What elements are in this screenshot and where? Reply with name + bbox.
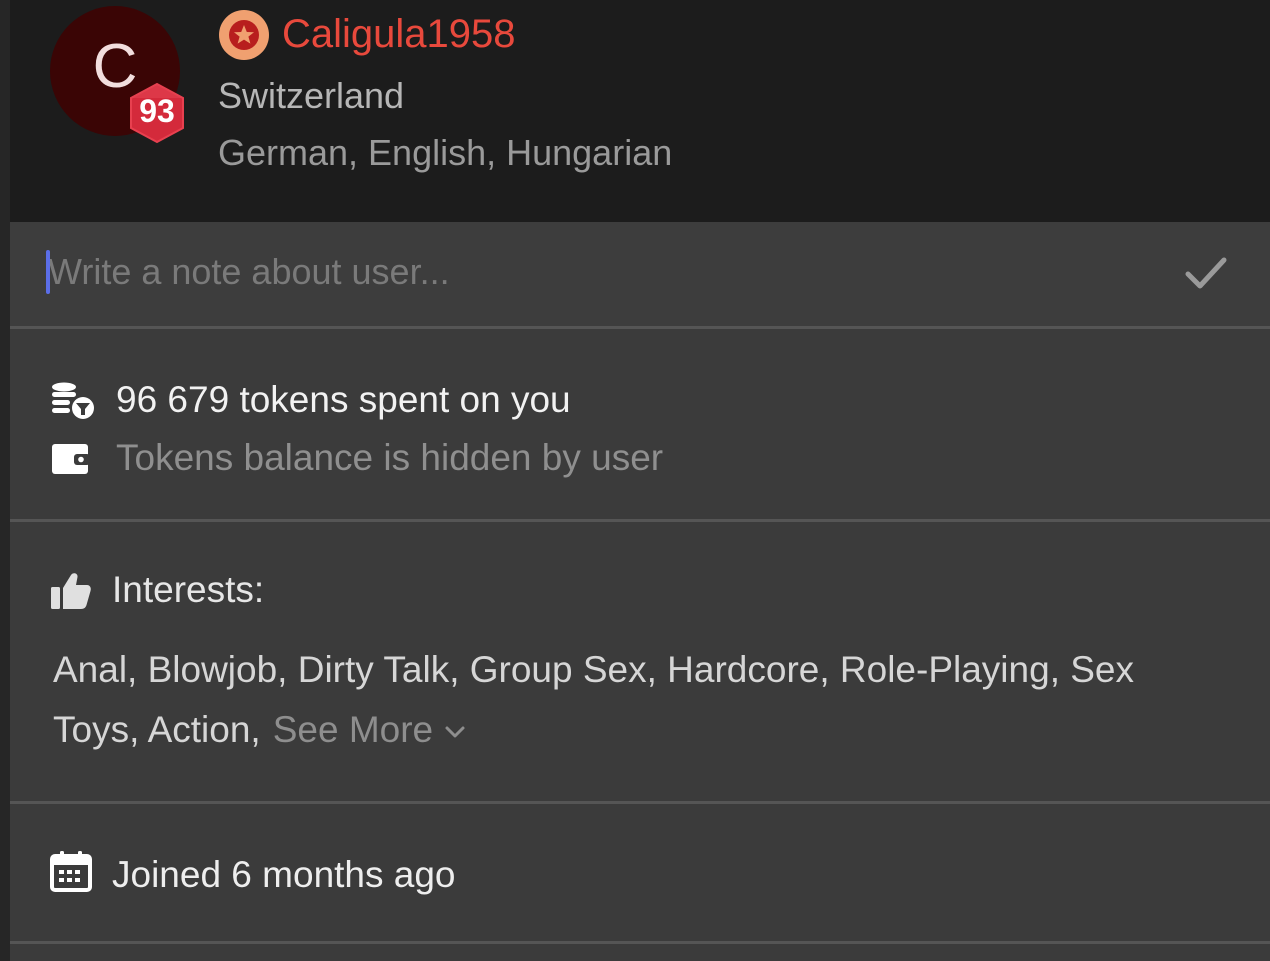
note-input[interactable] — [44, 246, 1168, 298]
next-section — [10, 944, 1270, 961]
tokens-balance-text: Tokens balance is hidden by user — [116, 437, 664, 478]
calendar-icon — [50, 851, 92, 892]
level-badge: 93 — [126, 82, 188, 144]
interests-section: Interests: Anal, Blowjob, Dirty Talk, Gr… — [10, 522, 1270, 801]
coins-stack-icon — [52, 382, 94, 419]
user-languages: German, English, Hungarian — [218, 132, 673, 173]
interests-title: Interests: — [112, 569, 265, 610]
note-row — [10, 222, 1270, 327]
see-more-label: See More — [272, 709, 434, 750]
interests-list: Anal, Blowjob, Dirty Talk, Group Sex, Ha… — [53, 640, 1203, 760]
chevron-down-icon — [445, 726, 465, 738]
user-header: C 93 Caligula1958 Switzerland German, En… — [10, 0, 1270, 222]
star-badge-icon — [219, 10, 269, 60]
checkmark-icon[interactable] — [1182, 252, 1230, 296]
interests-text: Anal, Blowjob, Dirty Talk, Group Sex, Ha… — [53, 649, 1135, 750]
user-info-panel: C 93 Caligula1958 Switzerland German, En… — [10, 0, 1270, 961]
thumbs-up-icon — [51, 573, 91, 609]
left-gutter — [0, 0, 10, 961]
joined-section: Joined 6 months ago — [10, 804, 1270, 941]
username[interactable]: Caligula1958 — [282, 12, 516, 56]
level-number: 93 — [139, 93, 175, 129]
tokens-section: 96 679 tokens spent on you Tokens balanc… — [10, 329, 1270, 519]
see-more-link[interactable]: See More — [273, 709, 467, 750]
text-caret — [46, 250, 50, 294]
wallet-icon — [52, 444, 90, 474]
tokens-spent-text: 96 679 tokens spent on you — [116, 379, 571, 420]
joined-text: Joined 6 months ago — [112, 854, 456, 895]
user-country: Switzerland — [218, 75, 405, 116]
